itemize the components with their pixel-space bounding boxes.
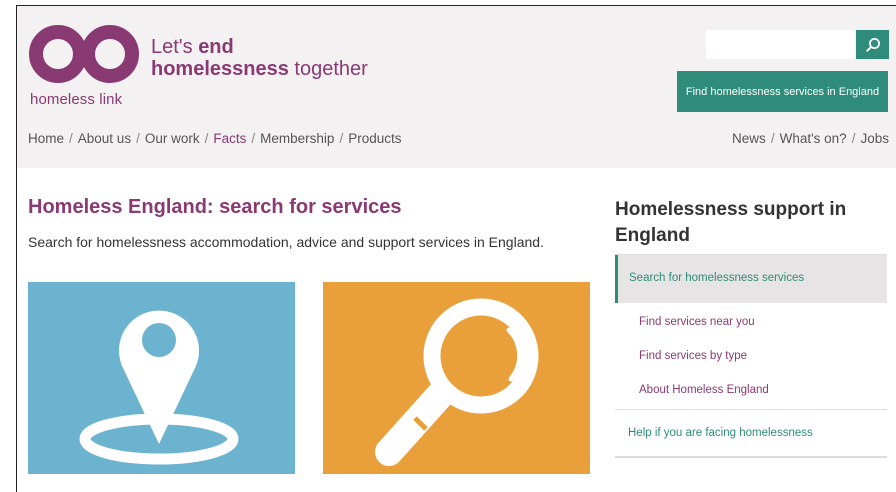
logo-text: homeless link bbox=[30, 91, 123, 108]
sidebar-item-search-services[interactable]: Search for homelessness services bbox=[615, 255, 887, 303]
nav-about-us[interactable]: About us bbox=[78, 131, 131, 146]
nav-jobs[interactable]: Jobs bbox=[860, 131, 889, 146]
secondary-nav: News / What's on? / Jobs bbox=[732, 131, 889, 146]
nav-news[interactable]: News bbox=[732, 131, 766, 146]
nav-our-work[interactable]: Our work bbox=[145, 131, 200, 146]
sidebar-item-help[interactable]: Help if you are facing homelessness bbox=[628, 427, 813, 439]
homeless-link-logo-icon[interactable] bbox=[28, 24, 140, 84]
tagline-suffix: together bbox=[288, 58, 368, 80]
tagline-bold-end: end bbox=[198, 36, 234, 58]
sidebar-subitem-about[interactable]: About Homeless England bbox=[639, 384, 769, 396]
find-services-button[interactable]: Find homelessness services in England bbox=[677, 71, 888, 112]
search-button[interactable] bbox=[856, 30, 889, 59]
nav-whats-on[interactable]: What's on? bbox=[780, 131, 847, 146]
sidebar-divider bbox=[615, 456, 887, 458]
page-title: Homeless England: search for services bbox=[28, 196, 402, 218]
nav-separator: / bbox=[770, 131, 775, 146]
tagline-bold-homelessness: homelessness bbox=[151, 58, 289, 80]
nav-separator: / bbox=[69, 131, 73, 146]
magnifier-icon bbox=[375, 298, 539, 466]
site-header: homeless link Let's end homelessness tog… bbox=[17, 6, 896, 168]
page: homeless link Let's end homelessness tog… bbox=[16, 5, 896, 492]
search-input[interactable] bbox=[706, 30, 855, 59]
search-icon bbox=[865, 37, 880, 52]
nav-separator: / bbox=[204, 131, 209, 146]
nav-separator: / bbox=[251, 131, 256, 146]
nav-products[interactable]: Products bbox=[348, 131, 401, 146]
nav-separator: / bbox=[851, 131, 856, 146]
primary-nav: Home / About us / Our work / Facts / Membership /… bbox=[28, 131, 401, 146]
tagline: Let's end homelessness together bbox=[151, 36, 368, 80]
nav-separator: / bbox=[339, 131, 344, 146]
sidebar-divider bbox=[615, 409, 887, 410]
find-by-type-tile[interactable] bbox=[323, 282, 590, 474]
find-near-you-tile[interactable] bbox=[28, 282, 295, 474]
sidebar-item-label: Search for homelessness services bbox=[629, 272, 805, 284]
tagline-prefix: Let's bbox=[151, 36, 199, 58]
nav-separator: / bbox=[136, 131, 140, 146]
nav-home[interactable]: Home bbox=[28, 131, 64, 146]
sidebar-subitem-near-you[interactable]: Find services near you bbox=[639, 316, 755, 328]
sidebar-subitem-by-type[interactable]: Find services by type bbox=[639, 350, 747, 362]
nav-facts[interactable]: Facts bbox=[213, 131, 246, 146]
nav-membership[interactable]: Membership bbox=[260, 131, 334, 146]
sidebar-title: Homelessness support in England bbox=[615, 199, 847, 246]
page-description: Search for homelessness accommodation, a… bbox=[28, 234, 544, 250]
map-pin-icon bbox=[79, 310, 239, 465]
